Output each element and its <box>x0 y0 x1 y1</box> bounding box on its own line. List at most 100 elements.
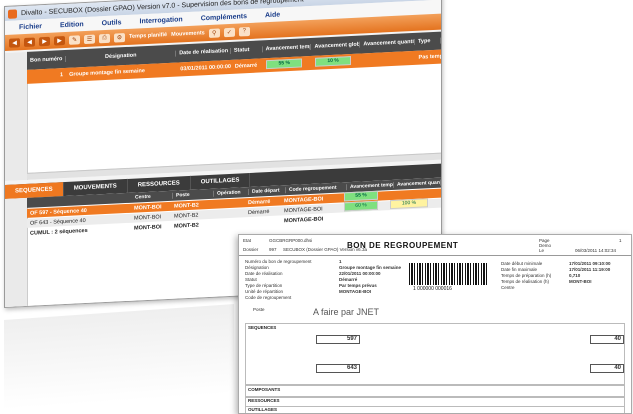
print-icon[interactable]: ⎙ <box>99 33 110 43</box>
seq-statut: Démarré <box>248 208 270 216</box>
first-record-icon[interactable]: ◀ <box>9 37 20 48</box>
report-dossier-num: 997 <box>269 247 277 252</box>
settings-icon[interactable]: ⚙ <box>114 32 125 43</box>
field-value: MONTAGE-BOI <box>339 289 372 294</box>
col-statut[interactable]: Statut <box>230 46 263 54</box>
composants-section: COMPOSANTS <box>245 385 625 397</box>
col-avancement-temps[interactable]: Avancement temps <box>262 43 312 53</box>
seq-code: MONTAGE-BOI <box>284 215 324 224</box>
report-right-fields: Date début minimale Date fin maximale Te… <box>501 261 551 291</box>
previous-icon[interactable]: ◀ <box>24 36 35 47</box>
sequence-number-box: 40 <box>590 364 624 373</box>
menu-edition[interactable]: Edition <box>60 21 84 29</box>
col-operation[interactable]: Opération <box>214 189 249 197</box>
col-poste[interactable]: Poste <box>173 190 214 199</box>
cell-statut: Démarré <box>234 62 258 70</box>
col-date-depart[interactable]: Date départ <box>249 187 286 196</box>
seq-operation <box>211 223 245 225</box>
col-code-regroupement[interactable]: Code regroupement <box>286 184 347 194</box>
outillages-section: OUTILLAGES <box>245 406 625 413</box>
seq-progress-temps: 55 % <box>344 190 378 202</box>
report-right-values: 17/01/2011 09:10:00 17/01/2011 11:19:00 … <box>569 261 611 285</box>
cell-num: 1 <box>60 72 64 79</box>
seq-operation <box>211 213 245 215</box>
seq-centre: MONT-BOI <box>134 203 162 212</box>
report-dossier-label: Dossier <box>243 247 259 252</box>
sequences-section: SEQUENCES 597 40 643 40 <box>245 323 625 385</box>
cell-date: 03/01/2011 00:00:00 <box>180 63 231 73</box>
field-label: Code de regroupement <box>245 295 292 300</box>
barcode <box>409 263 489 285</box>
seq-code: MONTAGE-BOI <box>284 195 324 204</box>
search-icon[interactable]: ⚲ <box>208 27 220 38</box>
report-title: BON DE REGROUPEMENT <box>347 241 459 250</box>
col-bon-numero[interactable]: Bon numéro <box>27 55 67 64</box>
col-date-realisation[interactable]: Date de réalisation <box>176 47 231 57</box>
col-avancement-quantite[interactable]: Avancement quantité <box>360 38 415 48</box>
menu-complements[interactable]: Compléments <box>201 13 247 22</box>
report-page-num: 1 <box>619 238 622 243</box>
cell-av-qte <box>361 58 416 61</box>
composants-title: COMPOSANTS <box>248 387 281 392</box>
report-document: Etat GGCBRGRP000.dhsi Dossier 997 SECUBO… <box>238 234 632 414</box>
report-header: Etat GGCBRGRP000.dhsi Dossier 997 SECUBO… <box>239 235 631 256</box>
col-avancement-temps-seq[interactable]: Avancement temps <box>347 181 394 191</box>
field-label: Centre <box>501 285 515 290</box>
sequences-title: SEQUENCES <box>248 325 277 330</box>
sequence-row-selector[interactable] <box>5 197 28 307</box>
seq-statut <box>245 221 281 223</box>
seq-statut: Démarré <box>248 198 271 206</box>
col-designation[interactable]: Désignation <box>66 50 177 62</box>
cell-type: Pas temps <box>418 53 441 61</box>
help-icon[interactable]: ? <box>238 26 250 37</box>
field-value: MONT-BOI <box>569 279 592 284</box>
col-centre[interactable]: Centre <box>132 192 173 201</box>
seq-operation <box>211 203 245 205</box>
last-record-icon[interactable]: ▶ <box>54 35 65 46</box>
cell-designation: Groupe montage fin semaine <box>69 68 145 78</box>
col-type[interactable]: Type <box>414 37 441 45</box>
window-reflection <box>4 303 234 411</box>
menu-interrogation[interactable]: Interrogation <box>140 16 183 25</box>
progress-global: 10 % <box>315 55 352 67</box>
report-etat-code: GGCBRGRP000.dhsi <box>269 238 313 243</box>
report-left-values: 1 Groupe montage fin semaine 22/01/2011 … <box>339 259 401 295</box>
menu-aide[interactable]: Aide <box>265 11 280 19</box>
col-avancement-global[interactable]: Avancement global <box>311 41 361 50</box>
outillages-title: OUTILLAGES <box>248 407 277 412</box>
watermark-text: A faire par JNET <box>313 307 380 317</box>
seq-poste: MONT-B2 <box>174 201 199 210</box>
seq-poste: MONT-B2 <box>174 221 199 230</box>
main-grid: Bon numéro Désignation Date de réalisati… <box>5 31 441 181</box>
check-icon[interactable]: ✓ <box>223 27 235 37</box>
next-icon[interactable]: ▶ <box>39 36 50 46</box>
ressources-title: RESSOURCES <box>248 398 280 403</box>
of-number-box: 597 <box>316 335 360 344</box>
seq-code: MONTAGE-BOI <box>284 205 323 214</box>
filter-icon[interactable]: ☰ <box>84 34 95 44</box>
sequence-number-box: 40 <box>590 335 624 344</box>
toolbar-temps-planifie[interactable]: Temps planifié <box>129 32 167 40</box>
report-etat-label: Etat <box>243 238 252 243</box>
of-number-box: 643 <box>316 364 360 373</box>
report-le-value: 06/03/2011 14:02:34 <box>575 248 616 253</box>
seq-progress-temps: 60 % <box>344 200 378 212</box>
edit-icon[interactable]: ✎ <box>69 34 80 45</box>
report-le-label: Le <box>539 248 545 253</box>
poste-label: Poste <box>253 307 265 312</box>
menu-outils[interactable]: Outils <box>102 19 122 27</box>
seq-progress-qte: 100 % <box>390 198 428 210</box>
report-left-fields: Numéro du bon de regroupement Désignatio… <box>245 259 312 301</box>
col-avancement-qte-seq[interactable]: Avancement quantité <box>394 179 441 188</box>
seq-centre: MONT-BOI <box>134 213 162 222</box>
col-sequence[interactable] <box>27 197 132 203</box>
barcode-text: 1 000000 000016 <box>413 286 452 292</box>
row-selector-column[interactable] <box>5 51 28 181</box>
seq-centre: MONT-BOI <box>134 223 162 232</box>
toolbar-mouvements[interactable]: Mouvements <box>171 30 205 38</box>
seq-poste: MONT-B2 <box>174 211 199 220</box>
menu-fichier[interactable]: Fichier <box>19 23 42 31</box>
progress-temps: 55 % <box>266 57 303 69</box>
seq-qte <box>387 194 433 196</box>
app-icon <box>8 8 17 19</box>
